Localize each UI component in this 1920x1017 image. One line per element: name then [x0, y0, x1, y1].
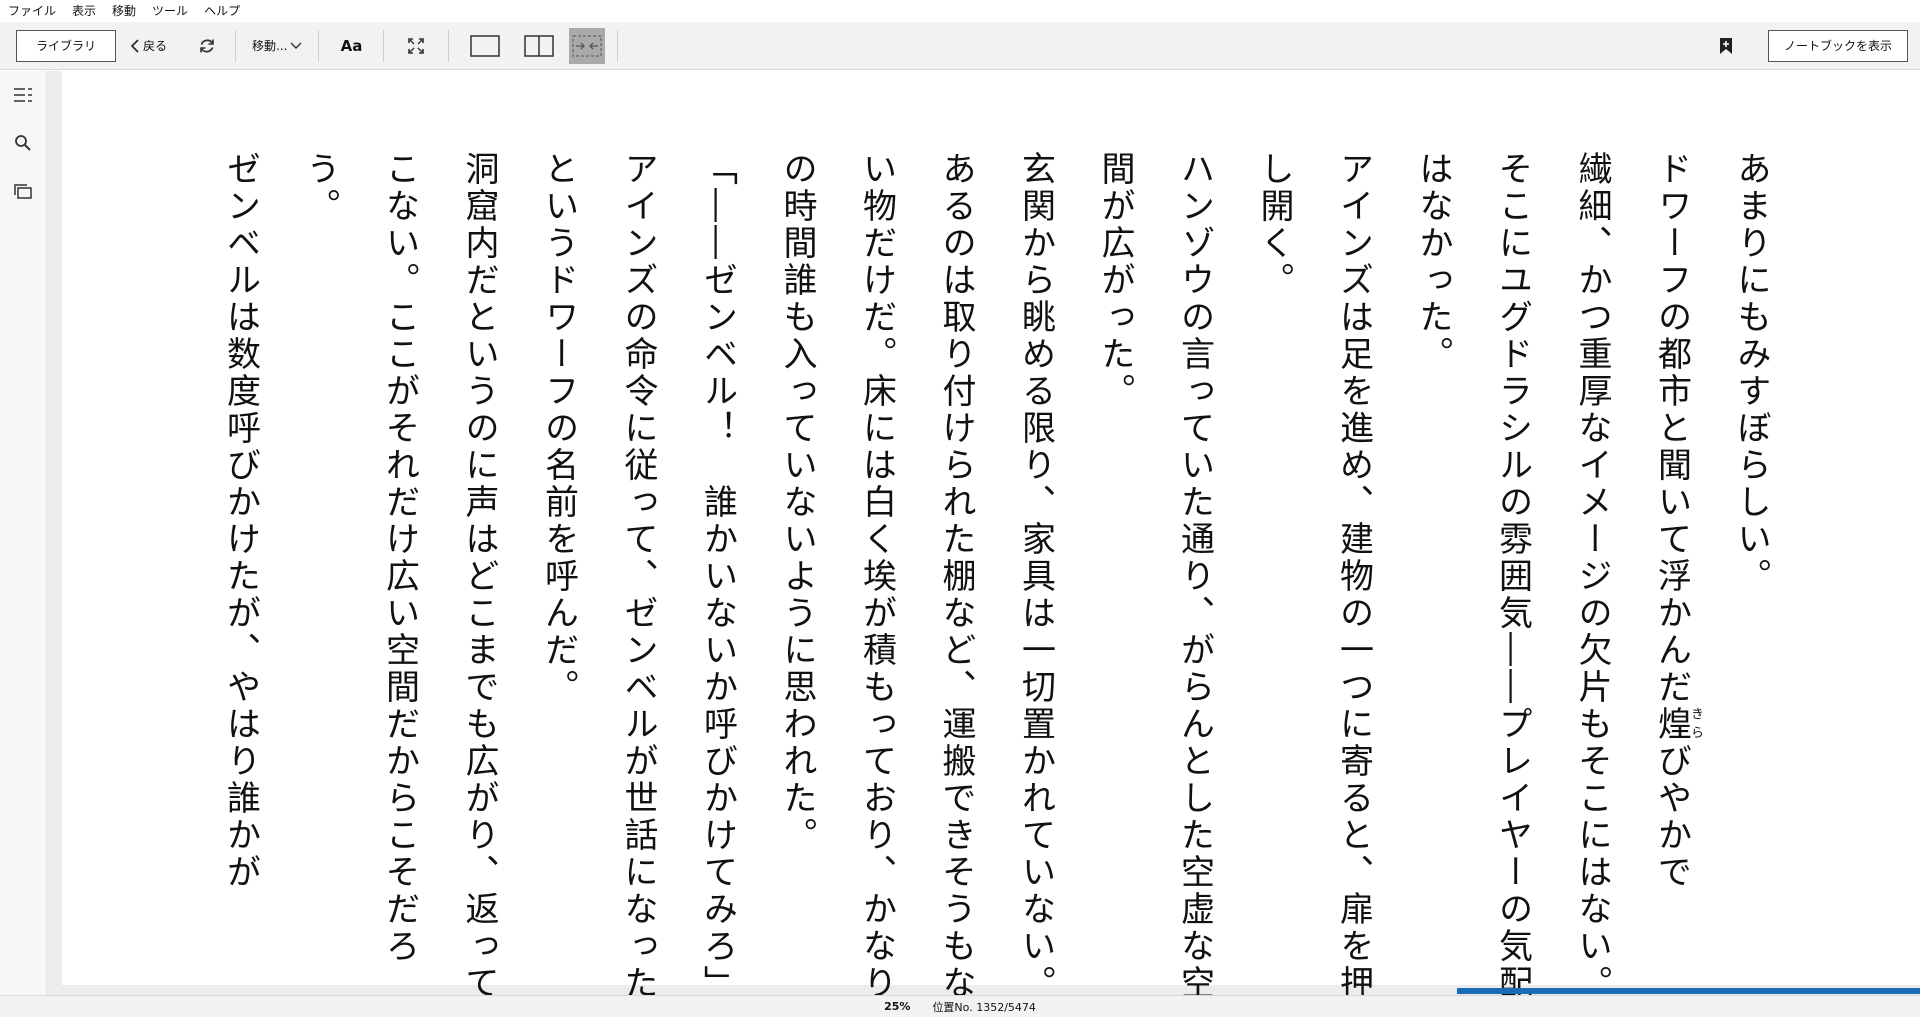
menu-go[interactable]: 移動	[104, 0, 144, 22]
fit-width-icon	[572, 34, 603, 57]
bookmark-add-icon	[1720, 37, 1732, 54]
single-page-icon	[470, 34, 501, 57]
paragraph: アインズは足を進め、建物の一つに寄ると、扉を押し開く。	[1254, 151, 1374, 1002]
toolbar: ライブラリ 戻る 移動... Aa ノートブックを表示	[0, 22, 1920, 70]
sync-icon	[200, 38, 214, 53]
search-icon	[15, 135, 31, 151]
paragraph: 玄関から眺める限り、家具は一切置かれていない。あるのは取り付けられた棚など、運搬…	[777, 151, 1056, 1002]
flashcards-button[interactable]	[0, 167, 46, 215]
table-of-contents-icon	[14, 88, 32, 102]
bookmark-button[interactable]	[1708, 28, 1744, 64]
ruby-word: 煌きら	[1651, 706, 1704, 743]
back-button[interactable]: 戻る	[122, 37, 175, 54]
paragraph: ドワーフの都市と聞いて浮かんだ煌きらびやかで	[1631, 151, 1711, 1011]
location-indicator: 位置No. 1352/5474	[932, 1000, 1036, 1014]
paragraph: 洞窟内だというのに声はどこまでも広がり、返ってこない。ここがそれだけ広い空間だか…	[300, 151, 499, 1002]
paragraph: 「――ゼンベル！ 誰かいないか呼びかけてみろ」	[697, 151, 738, 1002]
menu-help[interactable]: ヘルプ	[196, 0, 248, 22]
two-page-icon	[524, 34, 555, 57]
show-notebook-button[interactable]: ノートブックを表示	[1768, 29, 1908, 62]
sync-button[interactable]	[189, 28, 225, 64]
search-button[interactable]	[0, 119, 46, 167]
chevron-left-icon	[130, 38, 139, 53]
paragraph: あまりにもみすぼらしい。	[1731, 151, 1771, 595]
goto-dropdown[interactable]: 移動...	[244, 37, 310, 54]
library-button[interactable]: ライブラリ	[16, 29, 116, 62]
fullscreen-button[interactable]	[392, 28, 440, 64]
back-label: 戻る	[143, 39, 168, 53]
font-settings-button[interactable]: Aa	[327, 28, 375, 64]
left-sidebar	[0, 71, 47, 995]
paragraph: ハンゾウの言っていた通り、がらんとした空虚な空間が広がった。	[1095, 151, 1215, 1002]
menu-tools[interactable]: ツール	[144, 0, 196, 22]
font-icon: Aa	[340, 36, 363, 55]
toc-button[interactable]	[0, 71, 46, 119]
menu-bar: ファイル 表示 移動 ツール ヘルプ	[0, 0, 1920, 23]
reading-progress-bar	[1457, 988, 1920, 994]
fit-width-button[interactable]	[569, 27, 606, 64]
progress-percent: 25%	[884, 1000, 911, 1013]
menu-file[interactable]: ファイル	[0, 0, 64, 22]
paragraph: ゼンベルは数度呼びかけたが、やはり誰かが	[220, 151, 261, 891]
paragraph-text: びやかで	[1651, 743, 1692, 891]
paragraph: 繊細、かつ重厚なイメージの欠片もそこにはない。そこにユグドラシルの雰囲気――プレ…	[1413, 151, 1612, 1002]
book-page[interactable]: あまりにもみすぼらしい。 ドワーフの都市と聞いて浮かんだ煌きらびやかで 繊細、か…	[62, 71, 1920, 1002]
vertical-text-body: あまりにもみすぼらしい。 ドワーフの都市と聞いて浮かんだ煌きらびやかで 繊細、か…	[200, 151, 1790, 1011]
single-column-button[interactable]	[461, 28, 509, 64]
fullscreen-icon	[408, 37, 425, 54]
status-bar: 25% 位置No. 1352/5474	[0, 995, 1920, 1017]
ruby-base: 煌	[1651, 706, 1692, 743]
cards-icon	[14, 184, 32, 199]
chevron-down-icon	[290, 42, 302, 49]
paragraph-text: ドワーフの都市と聞いて浮かんだ	[1651, 151, 1692, 706]
ruby-reading: きら	[1688, 706, 1703, 743]
paragraph: アインズの命令に従って、ゼンベルが世話になったというドワーフの名前を呼んだ。	[538, 151, 659, 1002]
two-column-button[interactable]	[515, 28, 563, 64]
goto-label: 移動...	[252, 39, 288, 53]
menu-view[interactable]: 表示	[64, 0, 104, 22]
